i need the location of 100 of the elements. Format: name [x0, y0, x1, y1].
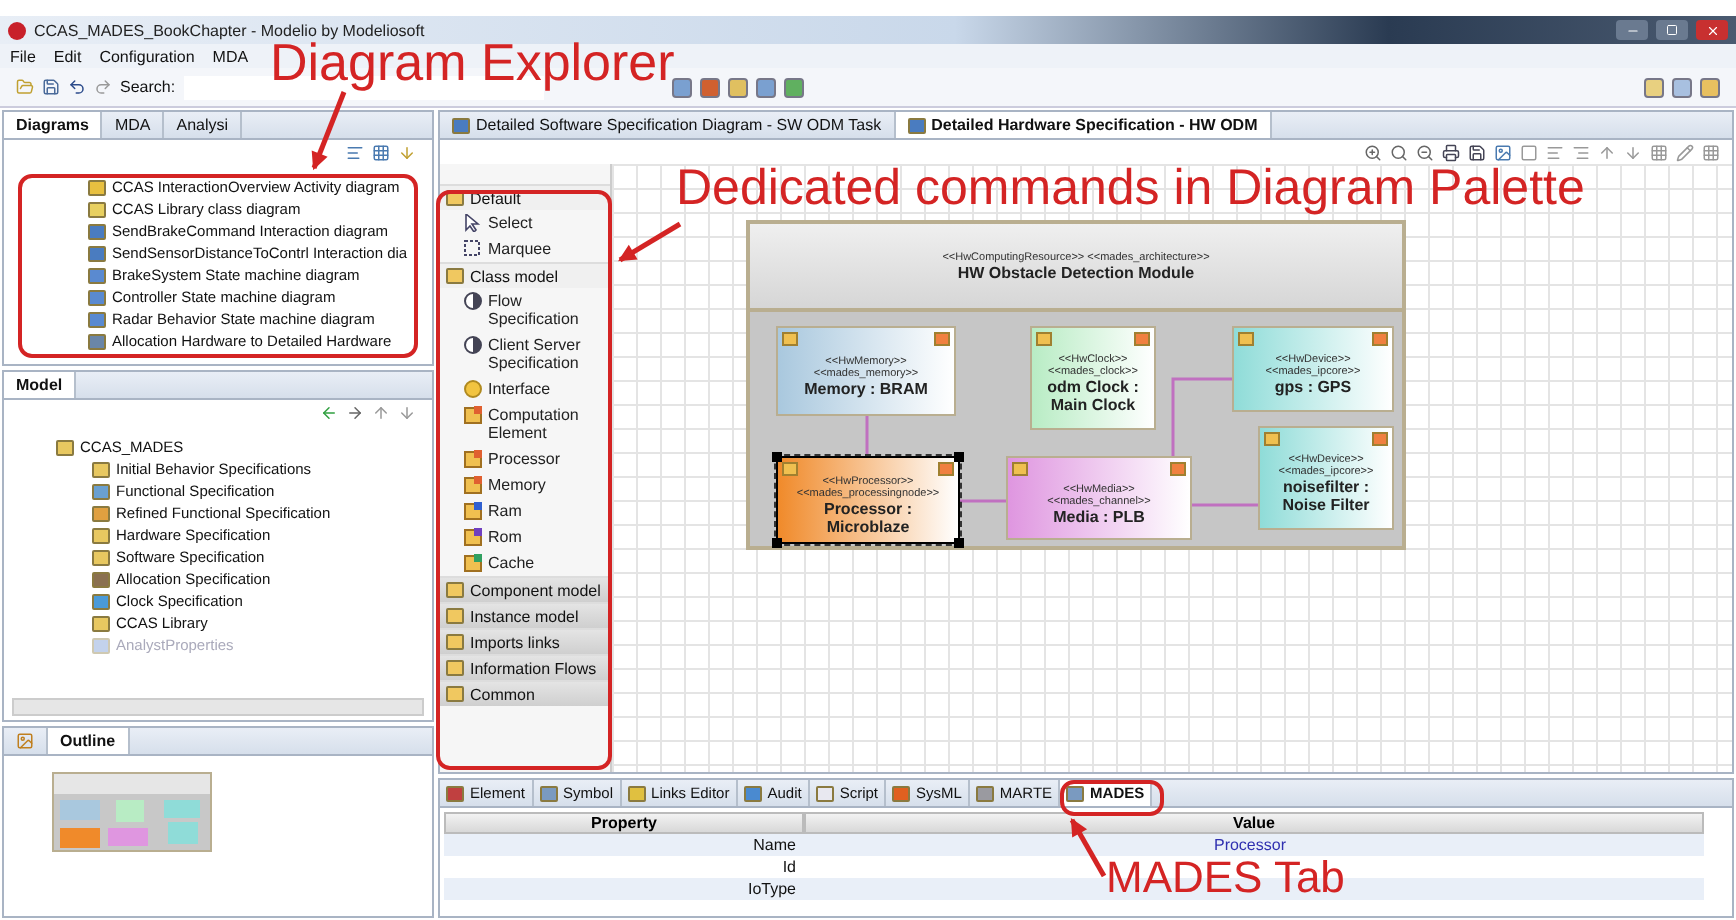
property-name: IoType — [745, 878, 798, 900]
palette-item[interactable]: Select — [440, 210, 610, 236]
element-icon — [1036, 332, 1052, 346]
block-icon — [464, 554, 482, 572]
zoom-in-icon[interactable] — [1364, 143, 1382, 161]
grid-icon[interactable] — [1650, 143, 1668, 161]
tab-icon — [539, 785, 558, 801]
annotation-text: MADES Tab — [1106, 856, 1345, 900]
selection-handle[interactable] — [954, 538, 964, 548]
toolbar-icon[interactable] — [727, 77, 748, 97]
down-icon[interactable] — [398, 404, 416, 422]
search-label: Search: — [120, 78, 176, 96]
align-left-icon[interactable] — [1546, 143, 1564, 161]
grid-icon[interactable] — [1702, 143, 1720, 161]
pencil-icon[interactable] — [1676, 143, 1694, 161]
align-right-icon[interactable] — [1572, 143, 1590, 161]
annotation-text: Diagram Explorer — [270, 36, 675, 88]
selection-handle[interactable] — [954, 452, 964, 462]
selection-handle[interactable] — [772, 452, 782, 462]
folder-icon[interactable] — [16, 78, 34, 96]
down-icon[interactable] — [1624, 143, 1642, 161]
editor-tab[interactable]: Detailed Software Specification Diagram - SW ODM Task — [440, 112, 896, 138]
stereotype-icon — [934, 332, 950, 346]
selection-handle[interactable] — [772, 538, 782, 548]
toolbar-icon[interactable] — [755, 77, 776, 97]
block-icon — [464, 406, 482, 424]
palette-item[interactable]: Marquee — [440, 236, 610, 262]
image-icon — [16, 732, 34, 750]
palette-item[interactable]: Rom — [440, 524, 610, 550]
maximize-button[interactable] — [1656, 20, 1688, 40]
menu-item[interactable]: MDA — [212, 47, 249, 65]
stereotype-icon — [1372, 432, 1388, 446]
panel-tab[interactable]: Analysi — [164, 112, 243, 138]
palette-item[interactable]: Interface — [440, 376, 610, 402]
save-icon[interactable] — [1468, 143, 1486, 161]
value-cell[interactable]: Processor — [804, 834, 1704, 856]
palette-item[interactable]: Client Server Specification — [440, 332, 610, 376]
palette-item[interactable]: Memory — [440, 472, 610, 498]
palette-group[interactable]: Imports links — [440, 628, 610, 654]
palette-group[interactable]: Class model — [440, 262, 610, 288]
toolbar-icon[interactable] — [699, 77, 720, 97]
block-name: noisefilter : Noise Filter — [1280, 478, 1372, 514]
palette-item[interactable]: Cache — [440, 550, 610, 576]
arrow-down-icon[interactable] — [398, 144, 416, 162]
palette-group[interactable]: Information Flows — [440, 654, 610, 680]
block-name: odm Clock : Main Clock — [1045, 378, 1141, 414]
close-button[interactable] — [1696, 20, 1728, 40]
stereotype-icon — [1372, 332, 1388, 346]
stereotype-icon — [1170, 462, 1186, 476]
panel-tab[interactable]: Model — [4, 372, 77, 398]
tab-icon — [892, 785, 910, 801]
block-icon — [464, 502, 482, 520]
tab-icon — [975, 785, 994, 801]
toolbar-icon[interactable] — [671, 77, 692, 97]
minimize-button[interactable] — [1616, 20, 1648, 40]
half-circle-icon — [464, 336, 482, 354]
marquee-icon — [464, 240, 482, 258]
up-icon[interactable] — [1598, 143, 1616, 161]
scrollbar[interactable] — [12, 698, 424, 716]
element-icon — [782, 332, 798, 346]
grid-icon[interactable] — [372, 144, 390, 162]
property-name: Name — [751, 834, 798, 856]
panel-tab[interactable]: MDA — [102, 112, 165, 138]
palette-item[interactable]: Ram — [440, 498, 610, 524]
palette-group[interactable]: Component model — [440, 576, 610, 602]
tab-icon — [815, 785, 834, 801]
menu-item[interactable]: Edit — [53, 47, 82, 65]
save-icon[interactable] — [42, 78, 60, 96]
redo-icon[interactable] — [94, 78, 112, 96]
image-icon[interactable] — [1494, 143, 1512, 161]
stereotype-icon — [1134, 332, 1150, 346]
connector-line — [1170, 376, 1232, 456]
close-icon — [1705, 23, 1719, 37]
undo-icon[interactable] — [68, 78, 86, 96]
half-circle-icon — [464, 292, 482, 310]
block-icon — [464, 528, 482, 546]
block-name: gps : GPS — [1274, 378, 1352, 396]
annotation-text: Dedicated commands in Diagram Palette — [676, 164, 1585, 214]
menu-item[interactable]: File — [10, 47, 36, 65]
palette-item[interactable]: Flow Specification — [440, 288, 610, 332]
editor-tab[interactable]: Detailed Hardware Specification - HW ODM — [895, 112, 1272, 138]
back-icon[interactable] — [320, 404, 338, 422]
column-header: Property — [444, 812, 804, 834]
square-icon[interactable] — [1520, 143, 1538, 161]
collapse-icon[interactable] — [346, 144, 364, 162]
menu-item[interactable]: Configuration — [99, 47, 195, 65]
up-icon[interactable] — [372, 404, 390, 422]
pointer-icon — [464, 214, 482, 232]
block-name: Processor : Microblaze — [821, 500, 915, 536]
panel-tab[interactable]: Outline — [48, 728, 130, 754]
palette-group[interactable]: Common — [440, 680, 610, 706]
printer-icon[interactable] — [1442, 143, 1460, 161]
panel-tab[interactable]: Diagrams — [4, 112, 103, 138]
zoom-out-icon[interactable] — [1416, 143, 1434, 161]
palette-item[interactable]: Computation Element — [440, 402, 610, 446]
forward-icon[interactable] — [346, 404, 364, 422]
zoom-icon[interactable] — [1390, 143, 1408, 161]
palette-item[interactable]: Processor — [440, 446, 610, 472]
toolbar-icon[interactable] — [783, 77, 804, 97]
palette-group[interactable]: Instance model — [440, 602, 610, 628]
